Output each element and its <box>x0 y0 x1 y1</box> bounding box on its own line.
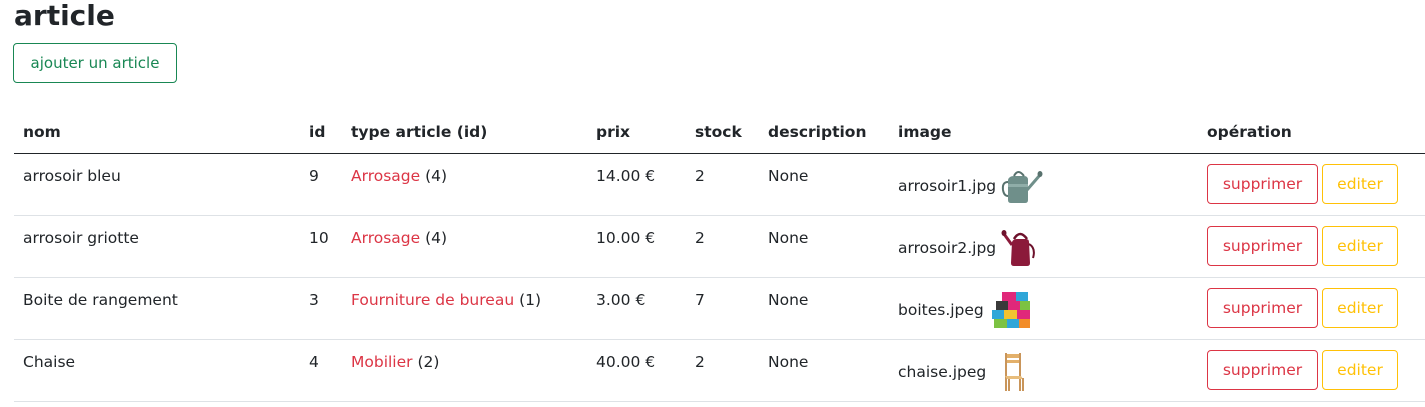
cell-id: 10 <box>300 215 342 278</box>
type-article-id: (1) <box>519 291 542 309</box>
cell-nom: arrosoir griotte <box>14 215 300 278</box>
cell-nom: arrosoir bleu <box>14 153 300 216</box>
table-row: Boite de rangement 3 Fourniture de burea… <box>14 277 1425 340</box>
article-page: article ajouter un article nom id type a… <box>0 0 1425 407</box>
header-nom: nom <box>14 110 300 154</box>
table-row: arrosoir griotte 10 Arrosage (4) 10.00 €… <box>14 215 1425 278</box>
table-row: arrosoir bleu 9 Arrosage (4) 14.00 € 2 N… <box>14 153 1425 216</box>
image-filename: boites.jpeg <box>898 301 984 319</box>
type-article-id: (4) <box>425 229 448 247</box>
header-operation: opération <box>1198 110 1425 154</box>
cell-type: Arrosage (4) <box>342 215 587 278</box>
type-article-link[interactable]: Mobilier <box>351 353 413 371</box>
cell-operation: supprimer editer <box>1198 215 1425 278</box>
add-article-button[interactable]: ajouter un article <box>13 43 177 83</box>
delete-button[interactable]: supprimer <box>1207 288 1318 328</box>
table-header-row: nom id type article (id) prix stock desc… <box>14 110 1425 154</box>
header-description: description <box>759 110 889 154</box>
edit-button[interactable]: editer <box>1322 226 1398 266</box>
cell-description: None <box>759 277 889 340</box>
delete-button[interactable]: supprimer <box>1207 164 1318 204</box>
chair-icon <box>1005 353 1025 391</box>
watering-can-red-icon <box>1001 230 1035 266</box>
cell-image: arrosoir1.jpg <box>889 153 1198 216</box>
cell-nom: Boite de rangement <box>14 277 300 340</box>
edit-button[interactable]: editer <box>1322 288 1398 328</box>
articles-table: nom id type article (id) prix stock desc… <box>14 110 1425 402</box>
storage-boxes-icon <box>991 292 1030 328</box>
cell-image: chaise.jpeg <box>889 339 1198 402</box>
cell-description: None <box>759 153 889 216</box>
header-type: type article (id) <box>342 110 587 154</box>
cell-type: Arrosage (4) <box>342 153 587 216</box>
cell-description: None <box>759 215 889 278</box>
cell-image: boites.jpeg <box>889 277 1198 340</box>
cell-stock: 2 <box>686 339 759 402</box>
image-filename: arrosoir2.jpg <box>898 239 997 257</box>
type-article-link[interactable]: Fourniture de bureau <box>351 291 514 309</box>
type-article-link[interactable]: Arrosage <box>351 229 420 247</box>
cell-operation: supprimer editer <box>1198 339 1425 402</box>
cell-image: arrosoir2.jpg <box>889 215 1198 278</box>
cell-operation: supprimer editer <box>1198 153 1425 216</box>
cell-prix: 40.00 € <box>587 339 686 402</box>
cell-operation: supprimer editer <box>1198 277 1425 340</box>
cell-stock: 2 <box>686 153 759 216</box>
cell-type: Fourniture de bureau (1) <box>342 277 587 340</box>
type-article-link[interactable]: Arrosage <box>351 167 420 185</box>
cell-nom: Chaise <box>14 339 300 402</box>
cell-stock: 2 <box>686 215 759 278</box>
table-row: Chaise 4 Mobilier (2) 40.00 € 2 None cha… <box>14 339 1425 402</box>
cell-stock: 7 <box>686 277 759 340</box>
cell-prix: 14.00 € <box>587 153 686 216</box>
watering-can-blue-icon <box>1001 171 1043 203</box>
delete-button[interactable]: supprimer <box>1207 350 1318 390</box>
image-filename: chaise.jpeg <box>898 363 987 381</box>
image-filename: arrosoir1.jpg <box>898 177 997 195</box>
cell-prix: 3.00 € <box>587 277 686 340</box>
cell-prix: 10.00 € <box>587 215 686 278</box>
edit-button[interactable]: editer <box>1322 164 1398 204</box>
header-image: image <box>889 110 1198 154</box>
header-id: id <box>300 110 342 154</box>
page-title: article <box>14 0 115 32</box>
cell-id: 9 <box>300 153 342 216</box>
cell-type: Mobilier (2) <box>342 339 587 402</box>
header-stock: stock <box>686 110 759 154</box>
cell-id: 4 <box>300 339 342 402</box>
type-article-id: (2) <box>417 353 440 371</box>
header-prix: prix <box>587 110 686 154</box>
edit-button[interactable]: editer <box>1322 350 1398 390</box>
delete-button[interactable]: supprimer <box>1207 226 1318 266</box>
type-article-id: (4) <box>425 167 448 185</box>
cell-description: None <box>759 339 889 402</box>
cell-id: 3 <box>300 277 342 340</box>
